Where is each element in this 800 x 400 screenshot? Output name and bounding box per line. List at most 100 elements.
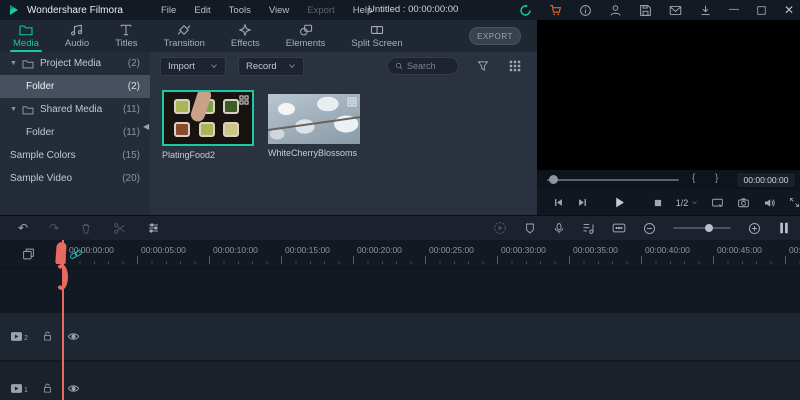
undo-icon[interactable]: ↶ [18,222,28,234]
shop-cart-icon[interactable] [549,4,562,17]
record-dropdown[interactable]: Record [238,56,304,76]
expand-triangle-icon[interactable]: ▼ [10,60,17,67]
redo-icon[interactable]: ↷ [49,222,59,234]
render-preview-icon[interactable] [493,221,507,235]
menu-file[interactable]: File [161,5,176,16]
lock-track-icon[interactable] [42,330,53,342]
sidebar-item-folder[interactable]: Folder (11) [0,121,150,144]
scroll-handle-icon[interactable] [778,221,790,235]
tab-elements[interactable]: Elements [273,20,339,52]
media-clip-platingfood2[interactable]: PlatingFood2 [162,90,254,160]
preview-seek-row: { } 00:00:00:00 [537,170,800,190]
collapse-sidebar-icon[interactable]: ◀ [143,122,149,131]
export-button[interactable]: EXPORT [469,27,521,45]
preview-player: { } 00:00:00:00 1/2 [537,20,800,215]
mark-out-icon[interactable]: } [715,173,718,184]
menu-edit[interactable]: Edit [194,5,210,16]
app-name: Wondershare Filmora [27,4,123,16]
info-icon[interactable] [579,4,592,17]
menu-view[interactable]: View [269,5,289,16]
mark-in-icon[interactable]: { [692,173,695,184]
clip-thumbnail[interactable] [268,94,360,144]
grid-view-icon[interactable] [509,60,521,72]
sidebar-item-sample-colors[interactable]: Sample Colors (15) [0,144,150,167]
search-input-wrap[interactable] [387,57,459,75]
chevron-down-icon [211,64,217,68]
preview-video-area[interactable] [537,20,800,170]
clip-name: PlatingFood2 [162,150,216,160]
tab-titles[interactable]: Titles [102,20,150,52]
zoom-out-icon[interactable] [643,222,656,235]
ruler-label: 00:00:30:00 [501,245,546,255]
download-icon[interactable] [699,4,712,17]
timeline-ruler[interactable]: 00:00:00:00 00:00:05:00 00:00:10:00 00:0… [0,240,800,268]
voiceover-mic-icon[interactable] [553,222,565,235]
sidebar-item-project-media[interactable]: ▼ Project Media (2) [0,52,150,75]
marker-shield-icon[interactable] [524,222,536,235]
preview-zoom-select[interactable]: 1/2 [676,198,699,208]
batch-edit-icon[interactable] [612,222,626,234]
manage-tracks-icon[interactable] [22,248,35,260]
zoom-slider-knob[interactable] [705,224,713,232]
clip-thumbnail[interactable] [162,90,254,146]
advanced-settings-icon[interactable] [147,222,160,234]
play-button[interactable] [613,196,626,209]
cut-scissors-icon[interactable] [113,222,126,235]
minimize-button[interactable]: — [729,5,739,15]
toggle-track-visibility-icon[interactable] [67,383,80,394]
delete-trash-icon[interactable] [80,222,92,235]
stack-indicator-icon [347,97,357,107]
sidebar-item-sample-video[interactable]: Sample Video (20) [0,167,150,190]
volume-icon[interactable] [763,197,776,209]
mail-icon[interactable] [669,4,682,17]
account-icon[interactable] [609,4,622,17]
ruler-label: 00:00:10:00 [213,245,258,255]
previous-frame-button[interactable] [553,197,564,208]
close-button[interactable]: ✕ [784,4,794,16]
project-title: Untitled : 00:00:00:00 [368,4,459,15]
timeline-zoom-slider[interactable] [673,224,731,232]
search-icon [395,62,403,70]
import-dropdown[interactable]: Import [160,56,226,76]
expand-triangle-icon[interactable]: ▼ [10,106,17,113]
ruler-label: 00: [789,245,800,255]
playback-controls: 1/2 [537,190,800,215]
update-refresh-icon[interactable] [519,3,532,17]
toggle-track-visibility-icon[interactable] [67,331,80,342]
playhead-handle[interactable] [55,242,67,264]
filter-funnel-icon[interactable] [477,60,489,72]
auto-ripple-link-icon[interactable] [69,248,83,261]
media-clip-whitecherryblossoms[interactable]: WhiteCherryBlossoms [268,94,360,158]
next-frame-button[interactable] [577,197,588,208]
video-track-1[interactable]: 1 [0,362,800,400]
filmora-logo-icon [10,5,18,15]
fullscreen-icon[interactable] [789,197,800,208]
lock-track-icon[interactable] [42,382,53,394]
asset-tab-bar: Media Audio Titles Transition Effects El… [0,20,537,52]
seek-knob[interactable] [549,175,558,184]
maximize-button[interactable] [756,5,767,16]
tab-split-screen[interactable]: Split Screen [338,20,415,52]
timeline: 00:00:00:00 00:00:05:00 00:00:10:00 00:0… [0,240,800,400]
chevron-down-icon [692,201,698,205]
tab-transition[interactable]: Transition [151,20,218,52]
tab-media[interactable]: Media [0,20,52,52]
stop-button[interactable] [653,198,663,208]
tab-effects[interactable]: Effects [218,20,273,52]
audio-mixer-icon[interactable] [582,222,595,235]
zoom-in-icon[interactable] [748,222,761,235]
save-icon[interactable] [639,4,652,17]
tab-audio[interactable]: Audio [52,20,102,52]
search-input[interactable] [407,61,451,71]
ruler-label: 00:00:35:00 [573,245,618,255]
sidebar-item-folder-selected[interactable]: Folder (2) [0,75,150,98]
ruler-label: 00:00:05:00 [141,245,186,255]
video-track-icon: 1 [10,383,28,394]
snapshot-to-monitor-icon[interactable] [711,197,724,209]
video-track-2[interactable]: 2 [0,313,800,360]
seek-bar[interactable] [547,179,679,181]
menu-tools[interactable]: Tools [229,5,251,16]
sidebar-item-shared-media[interactable]: ▼ Shared Media (11) [0,98,150,121]
camera-snapshot-icon[interactable] [737,197,750,209]
titlebar: Wondershare Filmora File Edit Tools View… [0,0,800,20]
